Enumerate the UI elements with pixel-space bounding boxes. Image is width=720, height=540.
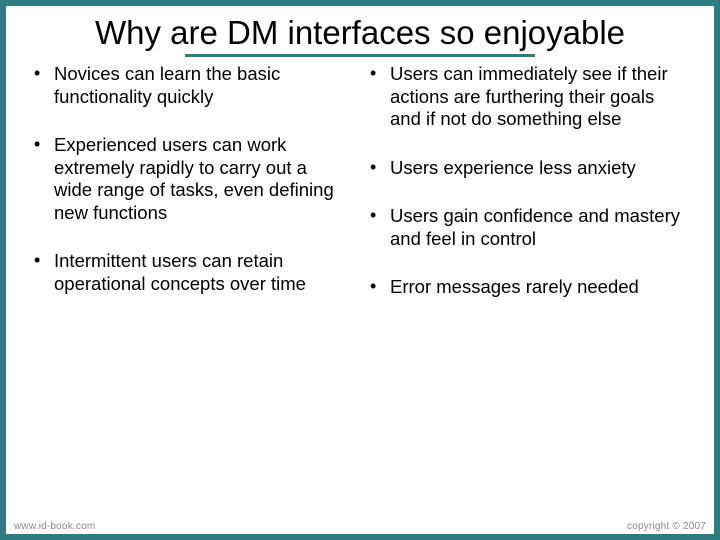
list-item: Intermittent users can retain operationa…: [34, 250, 350, 295]
left-column: Novices can learn the basic functionalit…: [24, 63, 360, 512]
slide-content: Novices can learn the basic functionalit…: [6, 63, 714, 512]
title-underline: [185, 54, 535, 57]
footer-url: www.id-book.com: [14, 521, 95, 532]
slide: Why are DM interfaces so enjoyable Novic…: [6, 6, 714, 534]
left-bullet-list: Novices can learn the basic functionalit…: [34, 63, 350, 296]
right-bullet-list: Users can immediately see if their actio…: [370, 63, 686, 299]
slide-footer: www.id-book.com copyright © 2007: [6, 512, 714, 534]
slide-title: Why are DM interfaces so enjoyable: [6, 6, 714, 54]
list-item: Error messages rarely needed: [370, 276, 686, 299]
footer-copyright: copyright © 2007: [627, 521, 706, 532]
right-column: Users can immediately see if their actio…: [360, 63, 696, 512]
list-item: Experienced users can work extremely rap…: [34, 134, 350, 224]
list-item: Users can immediately see if their actio…: [370, 63, 686, 131]
list-item: Users gain confidence and mastery and fe…: [370, 205, 686, 250]
list-item: Users experience less anxiety: [370, 157, 686, 180]
list-item: Novices can learn the basic functionalit…: [34, 63, 350, 108]
